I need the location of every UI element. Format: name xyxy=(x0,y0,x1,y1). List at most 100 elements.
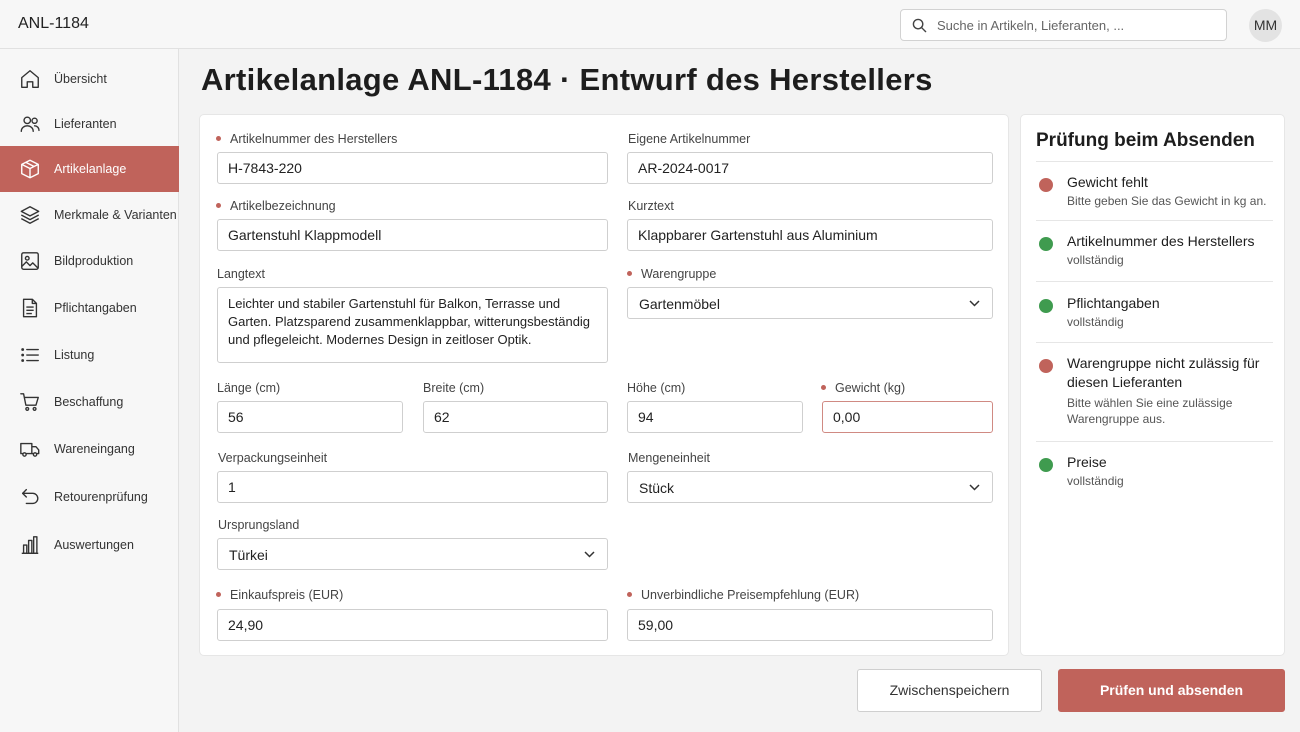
weight-field[interactable] xyxy=(822,401,993,433)
article-form: Artikelnummer des Herstellers Eigene Art… xyxy=(199,114,1009,656)
status-error-icon xyxy=(1039,359,1053,373)
article-name-field[interactable] xyxy=(217,219,608,251)
sidebar-item-artikelanlage[interactable]: Artikelanlage xyxy=(0,146,179,192)
home-icon xyxy=(21,70,39,88)
sidebar-item-label: Merkmale & Varianten xyxy=(54,208,177,222)
quantity-unit-label: Mengeneinheit xyxy=(628,451,711,465)
submit-button[interactable]: Prüfen und absenden xyxy=(1058,669,1285,712)
manufacturer-sku-field[interactable] xyxy=(217,152,608,184)
height-field[interactable] xyxy=(627,401,803,433)
submission-check-panel: Prüfung beim Absenden Gewicht fehlt Bitt… xyxy=(1020,114,1285,656)
check-item-detail: Bitte geben Sie das Gewicht in kg an. xyxy=(1067,194,1267,208)
check-item-product-group: Warengruppe nicht zulässig für diesen Li… xyxy=(1036,354,1273,430)
status-ok-icon xyxy=(1039,458,1053,472)
check-item-detail: vollständig xyxy=(1067,253,1124,267)
check-item-title: Pflichtangaben xyxy=(1067,295,1160,311)
article-name-label: Artikelbezeichnung xyxy=(216,199,336,213)
sidebar-item-label: Pflichtangaben xyxy=(54,301,137,315)
chevron-down-icon xyxy=(584,551,595,558)
avatar[interactable]: MM xyxy=(1249,9,1282,42)
sidebar-item-label: Artikelanlage xyxy=(54,162,127,176)
check-item-prices: Preise vollständig xyxy=(1036,453,1273,495)
weight-label: Gewicht (kg) xyxy=(821,381,905,395)
manufacturer-sku-label: Artikelnummer des Herstellers xyxy=(216,132,397,146)
sidebar-item-merkmale-varianten[interactable]: Merkmale & Varianten xyxy=(0,192,179,238)
width-label: Breite (cm) xyxy=(423,381,485,395)
divider xyxy=(1036,441,1273,442)
sidebar-item-listung[interactable]: Listung xyxy=(0,332,179,378)
sidebar-item-label: Beschaffung xyxy=(54,395,124,409)
document-icon xyxy=(22,298,38,318)
page-title: Artikelanlage ANL-1184 · Entwurf des Her… xyxy=(201,62,933,97)
check-item-detail: vollständig xyxy=(1067,315,1124,329)
return-icon xyxy=(21,488,39,505)
sidebar-item-retourenpruefung[interactable]: Retourenprüfung xyxy=(0,474,179,520)
purchase-price-field[interactable] xyxy=(217,609,608,641)
quantity-unit-select[interactable]: Stück xyxy=(627,471,993,503)
check-item-detail: Bitte wählen Sie eine zulässige Warengru… xyxy=(1067,396,1233,426)
sidebar-item-beschaffung[interactable]: Beschaffung xyxy=(0,379,179,425)
chevron-down-icon xyxy=(969,300,980,307)
search-box[interactable] xyxy=(900,9,1227,41)
image-icon xyxy=(21,252,39,270)
divider xyxy=(1036,161,1273,162)
own-sku-label: Eigene Artikelnummer xyxy=(628,132,751,146)
truck-icon xyxy=(20,442,40,457)
users-icon xyxy=(20,116,40,133)
sidebar-item-label: Übersicht xyxy=(54,72,107,86)
sidebar-item-pflichtangaben[interactable]: Pflichtangaben xyxy=(0,285,179,331)
top-bar: ANL-1184 MM xyxy=(0,0,1300,49)
width-field[interactable] xyxy=(423,401,608,433)
record-id: ANL-1184 xyxy=(18,15,89,32)
sidebar-item-label: Bildproduktion xyxy=(54,254,134,268)
status-error-icon xyxy=(1039,178,1053,192)
sidebar-item-label: Wareneingang xyxy=(54,442,135,456)
sidebar-item-bildproduktion[interactable]: Bildproduktion xyxy=(0,238,179,284)
check-panel-title: Prüfung beim Absenden xyxy=(1036,130,1255,151)
product-group-select[interactable]: Gartenmöbel xyxy=(627,287,993,319)
sidebar-item-auswertungen[interactable]: Auswertungen xyxy=(0,522,179,568)
purchase-price-label: Einkaufspreis (EUR) xyxy=(216,588,343,602)
sidebar-item-wareneingang[interactable]: Wareneingang xyxy=(0,426,179,472)
divider xyxy=(1036,342,1273,343)
product-group-value: Gartenmöbel xyxy=(639,296,720,312)
origin-label: Ursprungsland xyxy=(218,518,300,532)
product-group-label: Warengruppe xyxy=(627,267,716,281)
rrp-label: Unverbindliche Preisempfehlung (EUR) xyxy=(627,588,859,602)
cart-icon xyxy=(20,393,39,411)
own-sku-field[interactable] xyxy=(627,152,993,184)
short-text-field[interactable] xyxy=(627,219,993,251)
search-icon xyxy=(912,18,927,33)
long-text-field[interactable]: Leichter und stabiler Gartenstuhl für Ba… xyxy=(217,287,608,363)
check-item-detail: vollständig xyxy=(1067,474,1124,488)
quantity-unit-value: Stück xyxy=(639,480,675,496)
bar-chart-icon xyxy=(21,536,39,554)
sidebar-item-label: Auswertungen xyxy=(54,538,134,552)
length-field[interactable] xyxy=(217,401,403,433)
sidebar: Übersicht Lieferanten Artikelanlage Merk… xyxy=(0,49,179,732)
sidebar-item-label: Listung xyxy=(54,348,95,362)
save-draft-button[interactable]: Zwischenspeichern xyxy=(857,669,1042,712)
box-icon xyxy=(21,159,39,179)
sidebar-item-label: Retourenprüfung xyxy=(54,490,148,504)
check-item-title: Warengruppe nicht zulässig für diesen Li… xyxy=(1067,355,1260,390)
check-item-title: Preise xyxy=(1067,454,1107,470)
sidebar-item-lieferanten[interactable]: Lieferanten xyxy=(0,101,179,147)
status-ok-icon xyxy=(1039,237,1053,251)
check-item-title: Artikelnummer des Herstellers xyxy=(1067,233,1255,249)
short-text-label: Kurztext xyxy=(628,199,674,213)
sidebar-item-uebersicht[interactable]: Übersicht xyxy=(0,56,179,102)
divider xyxy=(1036,281,1273,282)
chevron-down-icon xyxy=(969,484,980,491)
check-item-weight: Gewicht fehlt Bitte geben Sie das Gewich… xyxy=(1036,173,1273,215)
long-text-label: Langtext xyxy=(217,267,265,281)
list-icon xyxy=(21,348,39,362)
height-label: Höhe (cm) xyxy=(627,381,686,395)
search-input[interactable] xyxy=(937,10,1222,40)
origin-select[interactable]: Türkei xyxy=(217,538,608,570)
status-ok-icon xyxy=(1039,299,1053,313)
packaging-unit-field[interactable] xyxy=(217,471,608,503)
sidebar-item-label: Lieferanten xyxy=(54,117,117,131)
rrp-field[interactable] xyxy=(627,609,993,641)
length-label: Länge (cm) xyxy=(217,381,281,395)
